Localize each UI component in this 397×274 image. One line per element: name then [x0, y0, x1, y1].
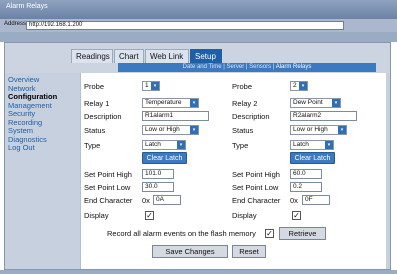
- display-checkbox-right[interactable]: ✓: [292, 211, 301, 220]
- save-changes-button[interactable]: Save Changes: [152, 245, 228, 258]
- address-label: Address: [4, 21, 27, 27]
- type-label-right: Type: [232, 141, 249, 150]
- sp-high-input-right[interactable]: 60.0: [290, 169, 322, 179]
- end-char-label-left: End Character: [84, 196, 133, 205]
- relay2-select[interactable]: Dew Point ▾: [290, 98, 341, 108]
- subnav-server[interactable]: Server: [227, 64, 245, 70]
- display-label-left: Display: [84, 211, 109, 220]
- description-label-left: Description: [84, 112, 122, 121]
- hex-prefix-left: 0x: [142, 196, 150, 205]
- end-char-input-right[interactable]: 0F: [302, 195, 330, 205]
- record-label: Record all alarm events on the flash mem…: [107, 229, 256, 238]
- address-bar: Address http://192.168.1.200: [0, 19, 397, 32]
- probe-label-right: Probe: [232, 82, 253, 91]
- display-checkbox-left[interactable]: ✓: [145, 211, 154, 220]
- sp-high-label-right: Set Point High: [232, 170, 280, 179]
- sp-low-input-left[interactable]: 30.0: [142, 182, 174, 192]
- chevron-down-icon: ▾: [338, 126, 346, 134]
- subnav-sensors[interactable]: Sensors: [249, 64, 271, 70]
- description-input-left[interactable]: R1alarm1: [142, 111, 209, 121]
- clear-latch-button-right[interactable]: Clear Latch: [290, 152, 335, 164]
- display-label-right: Display: [232, 211, 257, 220]
- tab-setup[interactable]: Setup: [190, 49, 222, 63]
- type-select-right[interactable]: Latch ▾: [290, 140, 334, 150]
- description-input-right[interactable]: R2alarm2: [290, 111, 357, 121]
- chevron-down-icon: ▾: [151, 82, 159, 90]
- browser-toolbar-strip: [0, 32, 397, 42]
- type-label-left: Type: [84, 141, 101, 150]
- chevron-down-icon: ▾: [325, 141, 333, 149]
- chevron-down-icon: ▾: [177, 141, 185, 149]
- record-checkbox[interactable]: ✓: [265, 229, 274, 238]
- type-select-left[interactable]: Latch ▾: [142, 140, 186, 150]
- sp-low-label-right: Set Point Low: [232, 183, 279, 192]
- relay2-label: Relay 2: [232, 99, 258, 108]
- clear-latch-button-left[interactable]: Clear Latch: [142, 152, 187, 164]
- tab-web-link[interactable]: Web Link: [145, 49, 189, 63]
- retrieve-button[interactable]: Retrieve: [279, 227, 326, 240]
- status-select-right[interactable]: Low or High ▾: [290, 125, 347, 135]
- chevron-down-icon: ▾: [299, 82, 307, 90]
- content-panel: Readings Chart Web Link Setup Date and T…: [4, 42, 391, 270]
- probe-select-left[interactable]: 1 ▾: [142, 81, 160, 91]
- url-field[interactable]: http://192.168.1.200: [26, 21, 344, 30]
- tab-readings[interactable]: Readings: [71, 49, 113, 63]
- description-label-right: Description: [232, 112, 270, 121]
- status-label-left: Status: [84, 126, 106, 135]
- hex-prefix-right: 0x: [290, 196, 298, 205]
- sp-high-label-left: Set Point High: [84, 170, 132, 179]
- window-bottom-edge: [0, 270, 397, 274]
- alarm-relays-form: Probe 1 ▾ Probe 2 ▾ Relay 1 Temperature ▾ R…: [80, 73, 386, 269]
- sp-low-label-left: Set Point Low: [84, 183, 131, 192]
- end-char-input-left[interactable]: 0A: [153, 195, 181, 205]
- status-label-right: Status: [232, 126, 254, 135]
- relay1-select[interactable]: Temperature ▾: [142, 98, 199, 108]
- relay1-label: Relay 1: [84, 99, 110, 108]
- sp-low-input-right[interactable]: 0.2: [290, 182, 322, 192]
- probe-select-right[interactable]: 2 ▾: [290, 81, 308, 91]
- sp-high-input-left[interactable]: 101.0: [142, 169, 174, 179]
- probe-label-left: Probe: [84, 82, 105, 91]
- window-titlebar: Alarm Relays: [0, 0, 397, 19]
- subnav-date-time[interactable]: Date and Time: [183, 64, 222, 70]
- window-title: Alarm Relays: [6, 3, 48, 10]
- subnav-alarm-relays[interactable]: Alarm Relays: [276, 64, 312, 70]
- end-char-label-right: End Character: [232, 196, 281, 205]
- chevron-down-icon: ▾: [190, 126, 198, 134]
- tab-chart[interactable]: Chart: [114, 49, 144, 63]
- setup-subnav: Date and Time | Server | Sensors | Alarm…: [118, 63, 376, 72]
- sidebar-item-log-out[interactable]: Log Out: [8, 143, 76, 153]
- chevron-down-icon: ▾: [190, 99, 198, 107]
- reset-button[interactable]: Reset: [232, 245, 266, 258]
- status-select-left[interactable]: Low or High ▾: [142, 125, 199, 135]
- chevron-down-icon: ▾: [332, 99, 340, 107]
- sidebar: Overview Network Configuration Managemen…: [8, 75, 76, 153]
